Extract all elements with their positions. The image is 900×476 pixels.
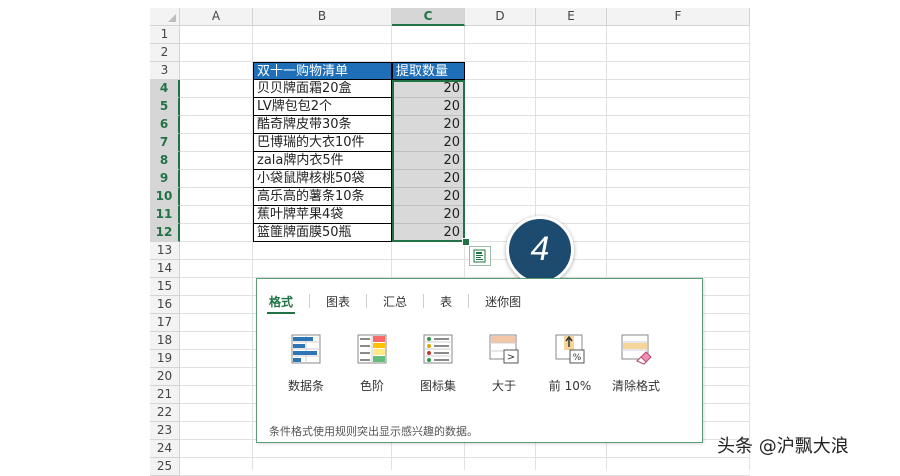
row-header[interactable]: 10 [150, 188, 180, 206]
quick-analysis-panel: 格式 图表 汇总 表 迷你图 数据条 色阶 图标集 > 大于 % 前 10% 清… [256, 278, 703, 443]
tab-sparklines[interactable]: 迷你图 [483, 293, 523, 310]
row-header[interactable]: 7 [150, 134, 180, 152]
column-header-b[interactable]: B [253, 8, 392, 26]
data-bars-icon [291, 334, 321, 364]
tab-divider [366, 294, 368, 308]
column-header-e[interactable]: E [536, 8, 607, 26]
row-header[interactable]: 14 [150, 260, 180, 278]
row-header[interactable]: 3 [150, 62, 180, 80]
row-header[interactable]: 21 [150, 386, 180, 404]
option-label: 数据条 [287, 379, 324, 393]
row-header[interactable]: 19 [150, 350, 180, 368]
icon-set-button[interactable]: 图标集 [405, 333, 471, 394]
table-row-name[interactable]: 篮篚牌面膜50瓶 [253, 224, 392, 242]
table-row-name[interactable]: 蕉叶牌苹果4袋 [253, 206, 392, 224]
row-header[interactable]: 25 [150, 458, 180, 476]
greater-than-icon: > [489, 334, 519, 364]
tab-tables[interactable]: 表 [438, 293, 454, 310]
table-row-name[interactable]: 巴博瑞的大衣10件 [253, 134, 392, 152]
option-label: 图标集 [419, 379, 456, 393]
greater-than-button[interactable]: > 大于 [471, 333, 537, 394]
spreadsheet-grid[interactable]: A B C D E F 1 2 3 4 5 6 7 8 9 10 11 12 13 14 15 16 17 18 1… [0, 0, 900, 476]
select-all-corner[interactable] [150, 8, 180, 26]
tab-totals[interactable]: 汇总 [381, 293, 409, 310]
table-row-name[interactable]: 小袋鼠牌核桃50袋 [253, 170, 392, 188]
row-header[interactable]: 22 [150, 404, 180, 422]
option-label: 大于 [491, 379, 516, 393]
row-header[interactable]: 1 [150, 26, 180, 44]
row-header[interactable]: 23 [150, 422, 180, 440]
column-header-c[interactable]: C [392, 8, 465, 26]
row-header[interactable]: 20 [150, 368, 180, 386]
option-label: 前 10% [548, 379, 592, 393]
svg-text:>: > [507, 352, 515, 363]
option-label: 清除格式 [611, 379, 660, 393]
row-header[interactable]: 16 [150, 296, 180, 314]
data-bars-button[interactable]: 数据条 [273, 333, 339, 394]
row-header[interactable]: 12 [150, 224, 180, 242]
clear-format-icon [621, 334, 652, 365]
row-header[interactable]: 17 [150, 314, 180, 332]
gridline [180, 43, 750, 44]
top-10-percent-button[interactable]: % 前 10% [537, 333, 603, 394]
column-header-d[interactable]: D [465, 8, 536, 26]
row-header[interactable]: 18 [150, 332, 180, 350]
option-label: 色阶 [359, 379, 384, 393]
color-scale-button[interactable]: 色阶 [339, 333, 405, 394]
row-header[interactable]: 8 [150, 152, 180, 170]
tab-divider [423, 294, 425, 308]
tab-charts[interactable]: 图表 [324, 293, 352, 310]
row-header[interactable]: 6 [150, 116, 180, 134]
table-row-name[interactable]: 高乐高的薯条10条 [253, 188, 392, 206]
gridline [180, 259, 750, 260]
color-scale-icon [357, 334, 387, 364]
quick-analysis-tabs: 格式 图表 汇总 表 迷你图 [267, 291, 523, 314]
tab-divider [468, 294, 470, 308]
icon-set-icon [423, 334, 453, 364]
table-header-qty[interactable]: 提取数量 [392, 62, 465, 80]
row-header[interactable]: 24 [150, 440, 180, 458]
quick-analysis-button[interactable] [469, 246, 491, 266]
option-description: 条件格式使用规则突出显示感兴趣的数据。 [269, 425, 478, 438]
top-10-percent-icon: % [555, 334, 585, 364]
table-row-name[interactable]: LV牌包包2个 [253, 98, 392, 116]
table-header-list[interactable]: 双十一购物清单 [253, 62, 392, 80]
row-header[interactable]: 4 [150, 80, 180, 98]
watermark: 头条 @沪飘大浪 [717, 436, 849, 457]
column-header-f[interactable]: F [607, 8, 750, 26]
clear-format-button[interactable]: 清除格式 [603, 333, 669, 394]
table-row-name[interactable]: 酷奇牌皮带30条 [253, 116, 392, 134]
column-header-a[interactable]: A [180, 8, 253, 26]
row-header[interactable]: 11 [150, 206, 180, 224]
row-header[interactable]: 13 [150, 242, 180, 260]
table-row-name[interactable]: 贝贝牌面霜20盒 [253, 80, 392, 98]
row-header[interactable]: 15 [150, 278, 180, 296]
step-number-badge: 4 [506, 216, 574, 284]
tab-formatting[interactable]: 格式 [267, 293, 296, 314]
row-header[interactable]: 5 [150, 98, 180, 116]
row-header[interactable]: 2 [150, 44, 180, 62]
tab-divider [309, 294, 311, 308]
row-header[interactable]: 9 [150, 170, 180, 188]
svg-text:%: % [573, 353, 582, 363]
selection-range [392, 80, 465, 242]
quick-analysis-icon [473, 249, 486, 263]
table-row-name[interactable]: zala牌内衣5件 [253, 152, 392, 170]
formatting-options: 数据条 色阶 图标集 > 大于 % 前 10% 清除格式 [273, 333, 669, 394]
fill-handle[interactable] [462, 238, 470, 246]
gridline [180, 457, 750, 458]
